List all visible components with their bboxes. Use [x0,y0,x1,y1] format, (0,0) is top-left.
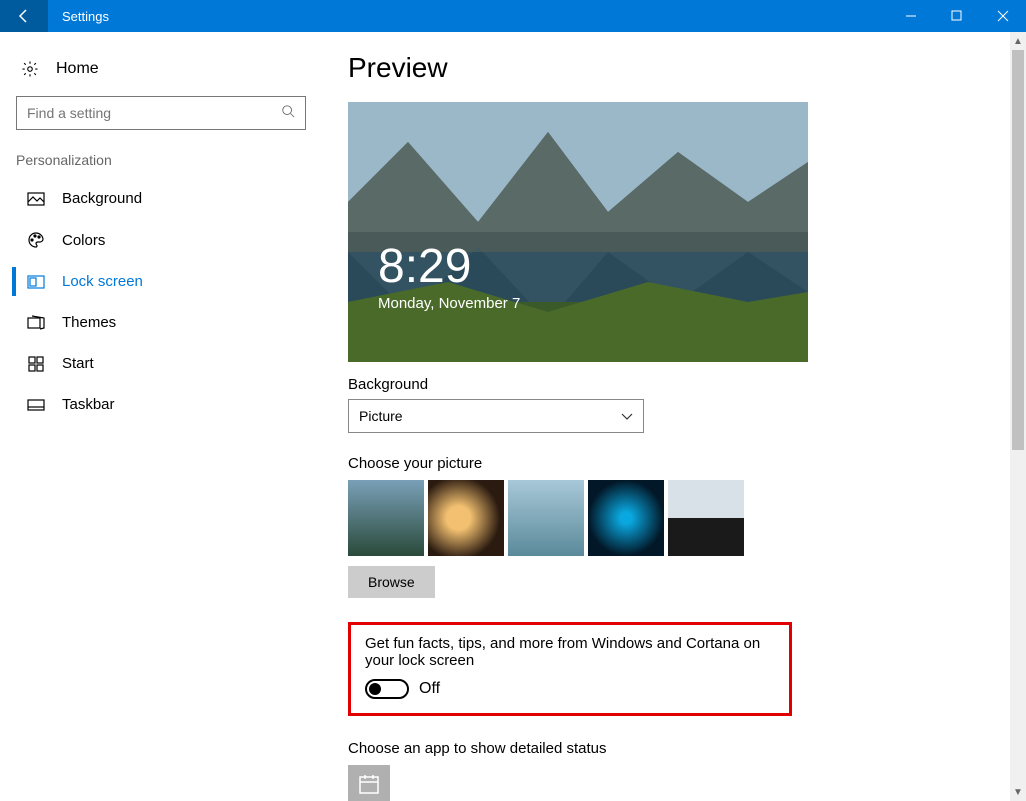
taskbar-icon [26,399,46,411]
themes-icon [26,315,46,331]
minimize-button[interactable] [888,0,934,32]
sidebar-item-lock-screen[interactable]: Lock screen [12,261,310,302]
sidebar-item-background[interactable]: Background [12,178,310,219]
main-content: Preview 8:29 Monday, November 7 Backgrou… [310,32,1026,801]
choose-picture-label: Choose your picture [348,455,996,472]
picture-thumb[interactable] [348,480,424,556]
picture-thumb[interactable] [668,480,744,556]
preview-date: Monday, November 7 [378,295,520,312]
sidebar-item-colors[interactable]: Colors [12,219,310,261]
sidebar-item-label: Themes [62,314,116,331]
sidebar-item-label: Colors [62,232,105,249]
page-title: Preview [348,52,996,84]
scroll-thumb[interactable] [1012,50,1024,450]
dropdown-value: Picture [359,408,403,424]
search-input[interactable] [27,105,281,121]
sidebar-item-label: Lock screen [62,273,143,290]
picture-icon [26,192,46,206]
sidebar-item-label: Start [62,355,94,372]
preview-time: 8:29 [378,243,520,291]
sidebar-item-themes[interactable]: Themes [12,302,310,343]
fun-facts-section: Get fun facts, tips, and more from Windo… [348,622,792,716]
titlebar: Settings [0,0,1026,32]
background-label: Background [348,376,996,393]
scroll-down-arrow[interactable]: ▼ [1010,783,1026,801]
picture-thumb[interactable] [508,480,584,556]
lock-screen-icon [26,275,46,289]
toggle-state: Off [419,680,440,698]
scrollbar[interactable]: ▲ ▼ [1010,32,1026,801]
calendar-icon [358,773,380,800]
picture-thumb[interactable] [588,480,664,556]
window-title: Settings [48,9,109,24]
sidebar-item-label: Taskbar [62,396,115,413]
detailed-status-app-tile[interactable] [348,765,390,801]
scroll-up-arrow[interactable]: ▲ [1010,32,1026,50]
home-label: Home [56,60,99,78]
fun-facts-label: Get fun facts, tips, and more from Windo… [365,635,775,669]
picture-thumb[interactable] [428,480,504,556]
search-box[interactable] [16,96,306,130]
lock-screen-preview: 8:29 Monday, November 7 [348,102,808,362]
detailed-status-label: Choose an app to show detailed status [348,740,996,757]
start-icon [26,356,46,372]
sidebar-item-start[interactable]: Start [12,343,310,384]
maximize-button[interactable] [934,0,980,32]
search-icon [281,104,295,123]
gear-icon [20,60,40,78]
chevron-down-icon [621,408,633,424]
sidebar-item-taskbar[interactable]: Taskbar [12,384,310,425]
section-label: Personalization [12,130,310,178]
sidebar: Home Personalization Background Colors L… [0,32,310,801]
palette-icon [26,231,46,249]
close-button[interactable] [980,0,1026,32]
fun-facts-toggle[interactable] [365,679,409,699]
picture-thumbnails [348,480,996,556]
browse-button[interactable]: Browse [348,566,435,598]
back-button[interactable] [0,0,48,32]
sidebar-item-label: Background [62,190,142,207]
home-nav[interactable]: Home [12,50,310,88]
background-dropdown[interactable]: Picture [348,399,644,433]
